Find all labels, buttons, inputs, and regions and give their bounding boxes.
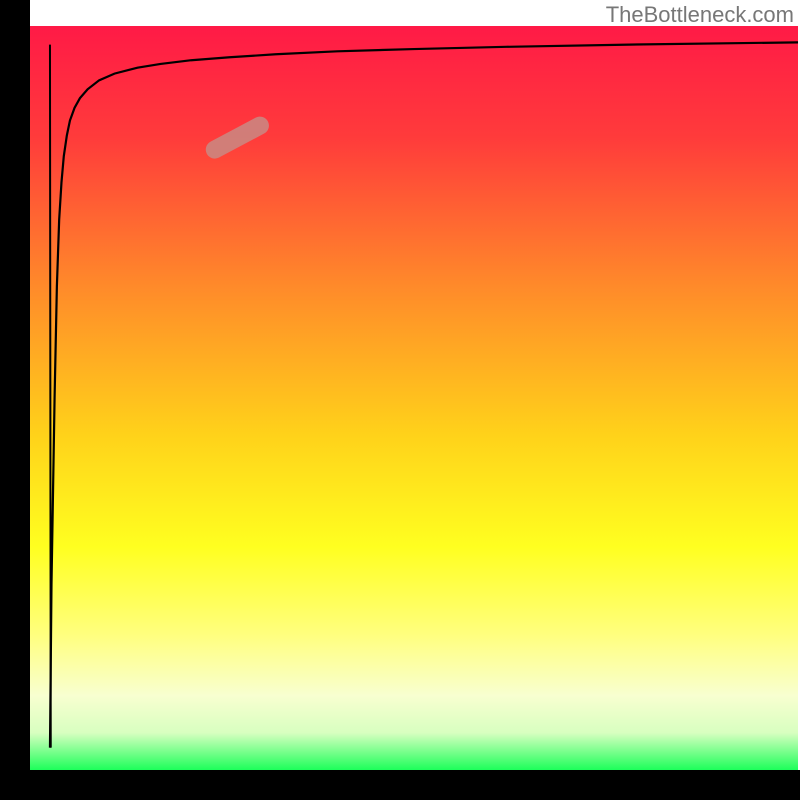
watermark-text: TheBottleneck.com bbox=[606, 2, 794, 28]
axis-left bbox=[0, 0, 30, 800]
axis-bottom bbox=[0, 770, 800, 800]
chart-svg bbox=[0, 0, 800, 800]
plot-background bbox=[30, 26, 798, 770]
chart-container: TheBottleneck.com bbox=[0, 0, 800, 800]
